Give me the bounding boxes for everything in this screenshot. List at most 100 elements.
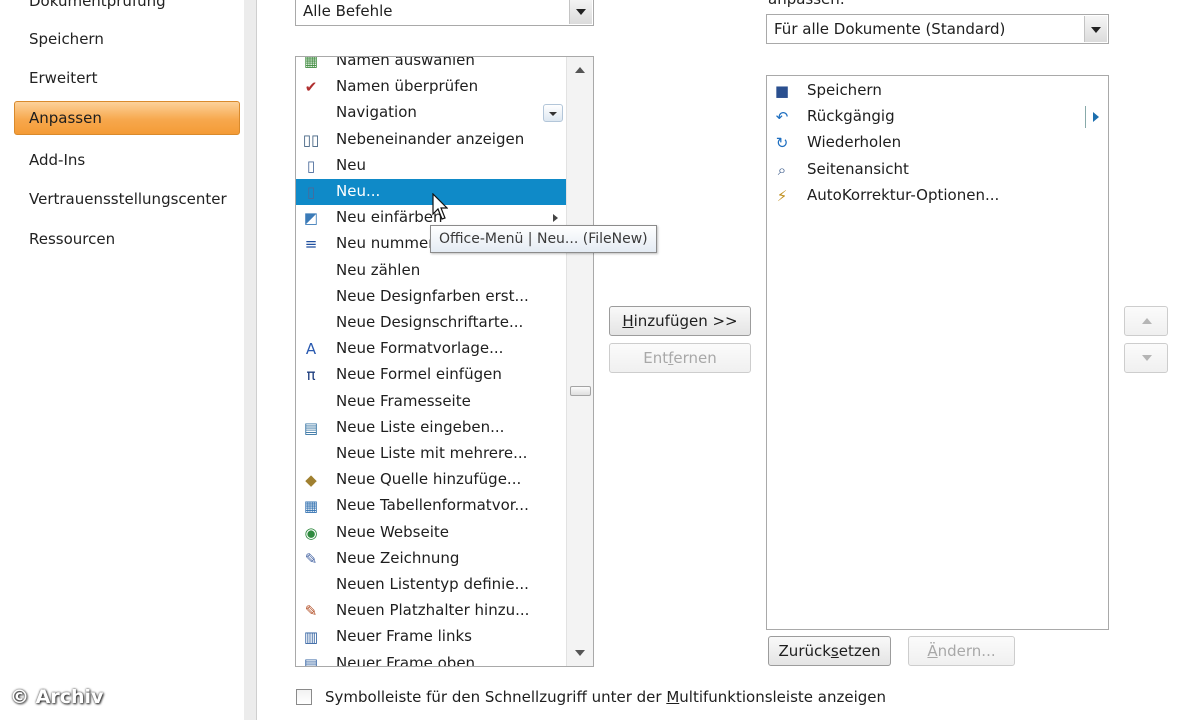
nav-item-advanced[interactable]: Erweitert — [29, 69, 97, 87]
command-list-item[interactable]: Neue Liste mit mehrere... — [296, 441, 567, 467]
command-list-item[interactable]: ✔ Namen überprüfen — [296, 74, 567, 100]
customize-label: anpassen: — [768, 0, 845, 8]
item-label: Neu... — [336, 182, 381, 200]
chevron-down-icon[interactable] — [569, 0, 592, 24]
check-names-icon: ✔ — [304, 78, 318, 97]
item-label: Namen auswählen — [336, 56, 475, 69]
command-list-item[interactable]: Neuen Listentyp definie... — [296, 572, 567, 598]
command-list-item[interactable]: ▯▯ Nebeneinander anzeigen — [296, 127, 567, 153]
command-list-item[interactable]: ▤ Neue Liste eingeben... — [296, 415, 567, 441]
frame-top-icon: ▤ — [303, 654, 319, 667]
print-preview-icon: ⌕ — [777, 160, 787, 179]
select-value: Alle Befehle — [303, 2, 393, 20]
chevron-down-icon[interactable] — [1084, 16, 1107, 42]
quick-access-item[interactable]: ■ Speichern — [767, 78, 1107, 104]
quick-access-list[interactable]: ■ Speichern ↶ Rückgängig ↻ Wiederholen ⌕ Seiten… — [766, 75, 1109, 630]
item-label: Neue Designfarben erst... — [336, 286, 529, 305]
command-list-item[interactable]: ▦ Neue Tabellenformatvor... — [296, 493, 567, 519]
checkbox-label: Symbolleiste für den Schnellzugriff unte… — [325, 688, 886, 706]
command-list-item[interactable]: ▥ Neuer Frame links — [296, 624, 567, 650]
command-list-item[interactable]: Neue Framesseite — [296, 389, 567, 415]
command-list-item[interactable]: A Neue Formatvorlage... — [296, 336, 567, 362]
command-list-item[interactable]: ▯ Neu — [296, 153, 567, 179]
command-list-item[interactable]: Neue Designschriftarte... — [296, 310, 567, 336]
recolor-icon: ◩ — [303, 209, 319, 228]
item-label: Neue Framesseite — [336, 391, 471, 410]
command-tooltip: Office-Menü | Neu... (FileNew) — [430, 225, 657, 253]
quick-access-item[interactable]: ⌕ Seitenansicht — [767, 157, 1107, 183]
submenu-arrow-icon — [553, 214, 558, 222]
nav-item-save[interactable]: Speichern — [29, 30, 104, 48]
item-label: Neue Formel einfügen — [336, 365, 502, 384]
expand-arrow-icon[interactable] — [1093, 112, 1099, 122]
item-label: Namen überprüfen — [336, 77, 479, 96]
numbering-icon: ≡ — [304, 235, 318, 254]
list-entry-icon: ▤ — [303, 418, 319, 437]
save-icon: ■ — [774, 82, 790, 100]
item-label: Neue Webseite — [336, 522, 449, 541]
item-label: Neu zählen — [336, 260, 421, 279]
quick-access-item[interactable]: ↻ Wiederholen — [767, 130, 1107, 156]
web-page-icon: ◉ — [304, 523, 318, 542]
table-style-icon: ▦ — [303, 497, 319, 516]
move-down-button[interactable] — [1124, 343, 1168, 373]
autocorrect-icon: ⚡ — [776, 186, 788, 205]
nav-item-label: Anpassen — [29, 109, 102, 127]
command-list-item[interactable]: Navigation — [296, 100, 567, 126]
frame-left-icon: ▥ — [303, 628, 319, 647]
redo-icon: ↻ — [775, 134, 789, 153]
undo-icon: ↶ — [775, 108, 789, 127]
options-nav: Dokumentprüfung Speichern Erweitert Anpa… — [0, 0, 245, 720]
commands-scrollbar[interactable] — [566, 57, 593, 666]
command-list-item[interactable]: Neue Designfarben erst... — [296, 284, 567, 310]
commands-list[interactable]: ▦ Namen auswählen ✔ Namen überprüfen Navigat… — [295, 56, 594, 667]
nav-item-proofing[interactable]: Dokumentprüfung — [29, 0, 166, 10]
nav-item-resources[interactable]: Ressourcen — [29, 230, 115, 248]
item-label: Neue Tabellenformatvor... — [336, 496, 529, 515]
nav-item-customize[interactable]: Anpassen — [14, 101, 240, 135]
command-list-item[interactable]: ▦ Namen auswählen — [296, 56, 567, 74]
reset-button[interactable]: Zurücksetzen — [768, 636, 891, 666]
item-label: Rückgängig — [807, 107, 895, 126]
mouse-cursor-icon — [432, 193, 448, 220]
item-label: Neue Zeichnung — [336, 548, 460, 567]
watermark: © Archiv — [10, 686, 104, 708]
command-list-item[interactable]: ▤ Neuer Frame oben — [296, 651, 567, 667]
scroll-up-icon[interactable] — [575, 67, 585, 73]
source-icon: ◆ — [305, 471, 317, 490]
command-list-item[interactable]: π Neue Formel einfügen — [296, 362, 567, 388]
command-list-item[interactable]: Neu zählen — [296, 258, 567, 284]
quick-access-item[interactable]: ↶ Rückgängig — [767, 104, 1107, 130]
item-label: Seitenansicht — [807, 159, 909, 178]
modify-button[interactable]: Ändern... — [908, 636, 1015, 666]
command-list-item[interactable]: ✎ Neuen Platzhalter hinzu... — [296, 598, 567, 624]
new-document-icon: ▯ — [306, 156, 316, 175]
drawing-icon: ✎ — [304, 549, 318, 568]
item-label: Neuer Frame links — [336, 627, 472, 646]
scroll-down-icon[interactable] — [575, 650, 585, 656]
select-value: Für alle Dokumente (Standard) — [774, 20, 1006, 38]
document-scope-select[interactable]: Für alle Dokumente (Standard) — [766, 14, 1109, 44]
remove-button[interactable]: Entfernen — [609, 343, 751, 373]
nav-divider — [244, 0, 257, 720]
item-label: Neue Liste mit mehrere... — [336, 444, 528, 462]
nav-item-trust-center[interactable]: Vertrauensstellungscenter — [29, 190, 227, 208]
commands-source-select[interactable]: Alle Befehle — [295, 0, 594, 26]
new-style-icon: A — [305, 340, 317, 359]
pi-icon: π — [306, 366, 316, 385]
command-list-item[interactable]: ◆ Neue Quelle hinzufüge... — [296, 467, 567, 493]
quick-access-item[interactable]: ⚡ AutoKorrektur-Optionen... — [767, 183, 1107, 209]
move-up-button[interactable] — [1124, 306, 1168, 336]
show-below-ribbon-checkbox[interactable] — [296, 689, 312, 705]
add-button[interactable]: Hinzufügen >> — [609, 306, 751, 336]
names-icon: ▦ — [303, 56, 319, 70]
scroll-thumb[interactable] — [570, 386, 591, 396]
dropdown-indicator-icon[interactable] — [543, 104, 563, 122]
item-label: Neu — [336, 155, 366, 174]
item-label: Speichern — [807, 81, 882, 99]
item-label: Neue Liste eingeben... — [336, 417, 505, 436]
nav-item-addins[interactable]: Add-Ins — [29, 151, 85, 169]
command-list-item[interactable]: ✎ Neue Zeichnung — [296, 546, 567, 572]
command-list-item[interactable]: ◉ Neue Webseite — [296, 520, 567, 546]
item-label: Neue Designschriftarte... — [336, 313, 524, 331]
